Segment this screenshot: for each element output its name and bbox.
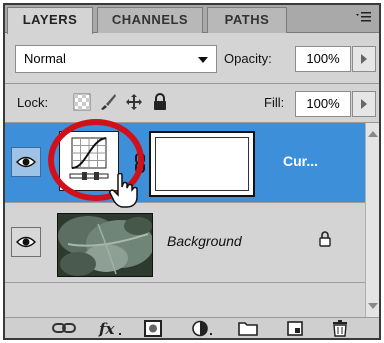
eye-icon [16, 236, 36, 248]
tab-channels[interactable]: CHANNELS [97, 7, 203, 33]
scroll-up-icon[interactable] [368, 131, 378, 137]
fx-icon[interactable]: fx [97, 320, 125, 337]
new-layer-icon[interactable] [285, 320, 305, 337]
scroll-down-icon[interactable] [368, 303, 378, 309]
divider [5, 83, 379, 84]
opacity-label: Opacity: [224, 51, 272, 66]
tab-layers[interactable]: LAYERS [7, 7, 93, 34]
layer-visibility-toggle[interactable] [11, 147, 41, 177]
lock-pixels-brush-icon[interactable] [99, 93, 117, 111]
panel-tab-bar: LAYERS CHANNELS PATHS [5, 5, 379, 34]
layers-list: Cur... Background [5, 119, 379, 317]
trash-icon[interactable] [331, 320, 349, 337]
layer-mask-thumbnail[interactable] [149, 131, 255, 197]
layers-bottom-toolbar: fx [5, 317, 379, 338]
lock-all-icon[interactable] [151, 93, 169, 111]
background-thumbnail[interactable] [57, 213, 153, 277]
panel-menu-icon[interactable] [355, 10, 373, 27]
layer-row-curves[interactable]: Cur... [5, 119, 365, 208]
layer-row-background[interactable]: Background [5, 203, 365, 283]
tab-paths[interactable]: PATHS [207, 7, 287, 33]
lock-icon [319, 231, 331, 247]
blend-mode-value: Normal [24, 51, 66, 66]
layer-name[interactable]: Background [167, 233, 242, 249]
fill-field[interactable]: 100% [295, 91, 351, 117]
lock-position-move-icon[interactable] [125, 93, 143, 111]
lock-transparency-icon[interactable] [73, 93, 91, 111]
layer-visibility-toggle[interactable] [11, 227, 41, 257]
layers-panel: LAYERS CHANNELS PATHS Normal Opacity: 10… [3, 3, 381, 340]
layer-name[interactable]: Cur... [283, 153, 318, 169]
svg-text:fx: fx [98, 320, 115, 337]
fill-slider-button[interactable] [352, 91, 376, 117]
add-mask-icon[interactable] [143, 320, 163, 337]
fill-label: Fill: [264, 95, 285, 110]
link-layers-icon[interactable] [51, 320, 77, 337]
eye-icon [16, 156, 36, 168]
adjustment-layer-icon[interactable] [191, 320, 217, 337]
folder-icon[interactable] [237, 320, 259, 337]
blend-mode-dropdown[interactable]: Normal [15, 45, 217, 73]
opacity-field[interactable]: 100% [295, 46, 351, 72]
opacity-slider-button[interactable] [352, 46, 376, 72]
chevron-down-icon [198, 57, 208, 63]
layers-scrollbar[interactable] [365, 123, 379, 317]
lock-label: Lock: [17, 95, 49, 110]
